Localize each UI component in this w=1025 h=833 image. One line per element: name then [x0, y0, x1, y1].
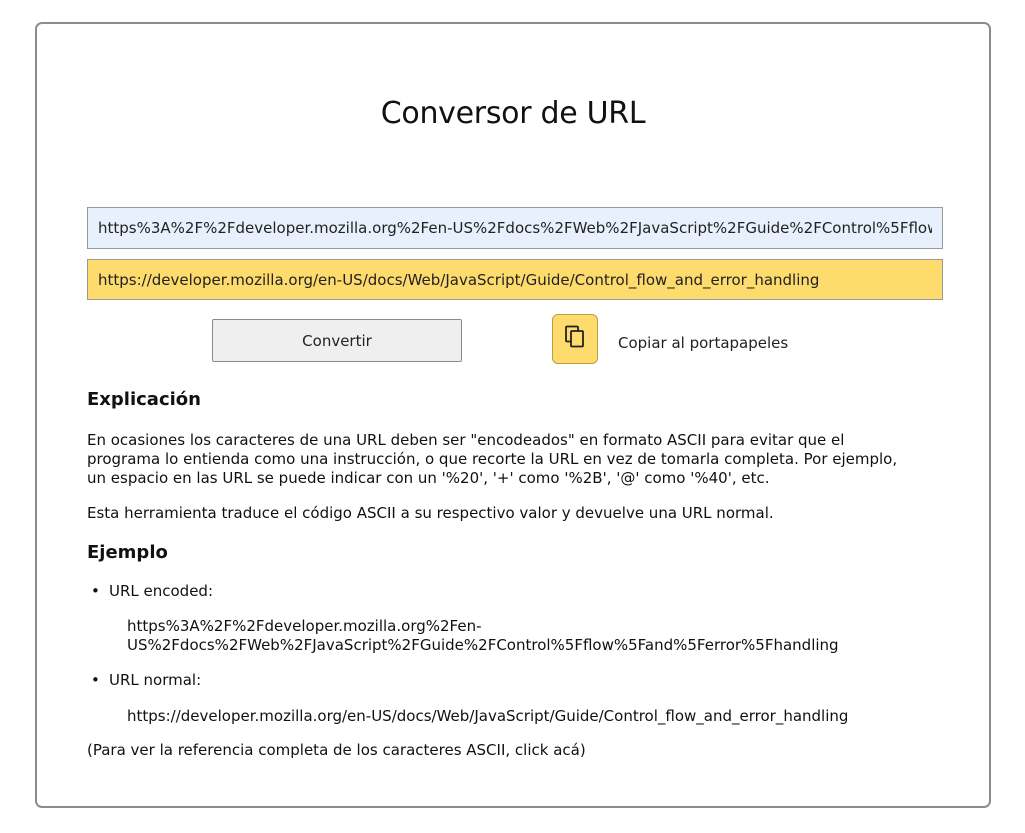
encoded-url-input[interactable] — [87, 207, 943, 249]
copy-to-clipboard-label[interactable]: Copiar al portapapeles — [618, 334, 788, 352]
explanation-paragraph-2: Esta herramienta traduce el código ASCII… — [87, 504, 774, 522]
page-title: Conversor de URL — [380, 96, 646, 131]
normal-url-output[interactable] — [87, 259, 943, 300]
converter-card: Conversor de URL Convertir Copiar al por… — [35, 22, 991, 808]
example-encoded-url: https%3A%2F%2Fdeveloper.mozilla.org%2Fen… — [127, 617, 927, 655]
example-normal-url: https://developer.mozilla.org/en-US/docs… — [127, 707, 849, 725]
list-item-normal-label: URL normal: — [91, 671, 201, 689]
example-heading: Ejemplo — [87, 542, 168, 563]
ascii-reference-link[interactable]: (Para ver la referencia completa de los … — [87, 741, 586, 759]
explanation-paragraph-1: En ocasiones los caracteres de una URL d… — [87, 431, 898, 487]
convert-button[interactable]: Convertir — [212, 319, 462, 362]
example-encoded-url-line-2: US%2Fdocs%2FWeb%2FJavaScript%2FGuide%2FC… — [127, 636, 839, 654]
example-encoded-url-line-1: https%3A%2F%2Fdeveloper.mozilla.org%2Fen… — [127, 617, 482, 635]
copy-icon — [564, 325, 586, 353]
explanation-heading: Explicación — [87, 389, 201, 410]
copy-to-clipboard-button[interactable] — [552, 314, 598, 364]
list-item-encoded-label: URL encoded: — [91, 582, 213, 600]
